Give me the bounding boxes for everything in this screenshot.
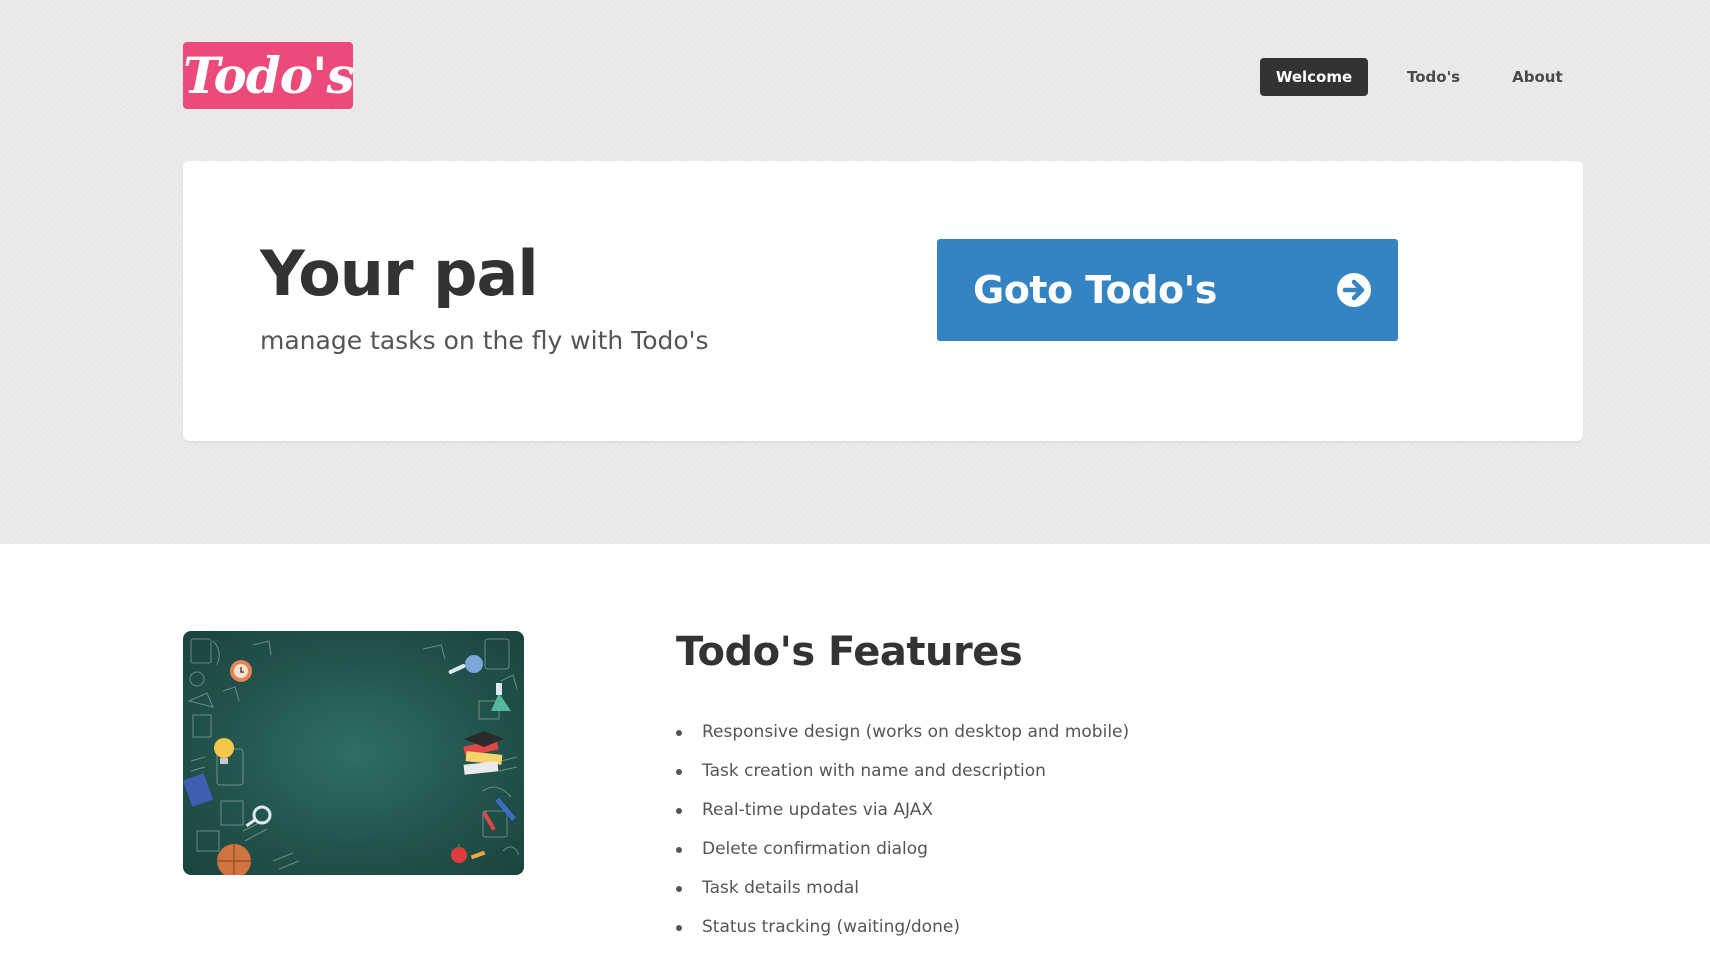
feature-item: Delete confirmation dialog (676, 830, 1129, 869)
hero-title: Your pal (260, 237, 539, 310)
features-list: Responsive design (works on desktop and … (676, 713, 1129, 947)
hero-subtitle: manage tasks on the fly with Todo's (260, 326, 709, 355)
nav-about[interactable]: About (1497, 58, 1578, 96)
nav-welcome[interactable]: Welcome (1260, 58, 1368, 96)
main-nav: Welcome Todo's About (1260, 58, 1578, 96)
feature-item: Task creation with name and description (676, 752, 1129, 791)
arrow-right-circle-icon (1336, 272, 1372, 308)
logo[interactable]: Todo's (183, 42, 355, 109)
nav-todos[interactable]: Todo's (1392, 58, 1475, 96)
chalkboard-image (183, 631, 524, 875)
goto-todos-button[interactable]: Goto Todo's (937, 239, 1398, 341)
goto-todos-label: Goto Todo's (973, 268, 1217, 312)
feature-item: Task details modal (676, 869, 1129, 908)
feature-item: Status tracking (waiting/done) (676, 908, 1129, 947)
feature-item: Responsive design (works on desktop and … (676, 713, 1129, 752)
hero-card: Your pal manage tasks on the fly with To… (183, 161, 1583, 441)
features-title: Todo's Features (676, 629, 1023, 675)
feature-item: Real-time updates via AJAX (676, 791, 1129, 830)
